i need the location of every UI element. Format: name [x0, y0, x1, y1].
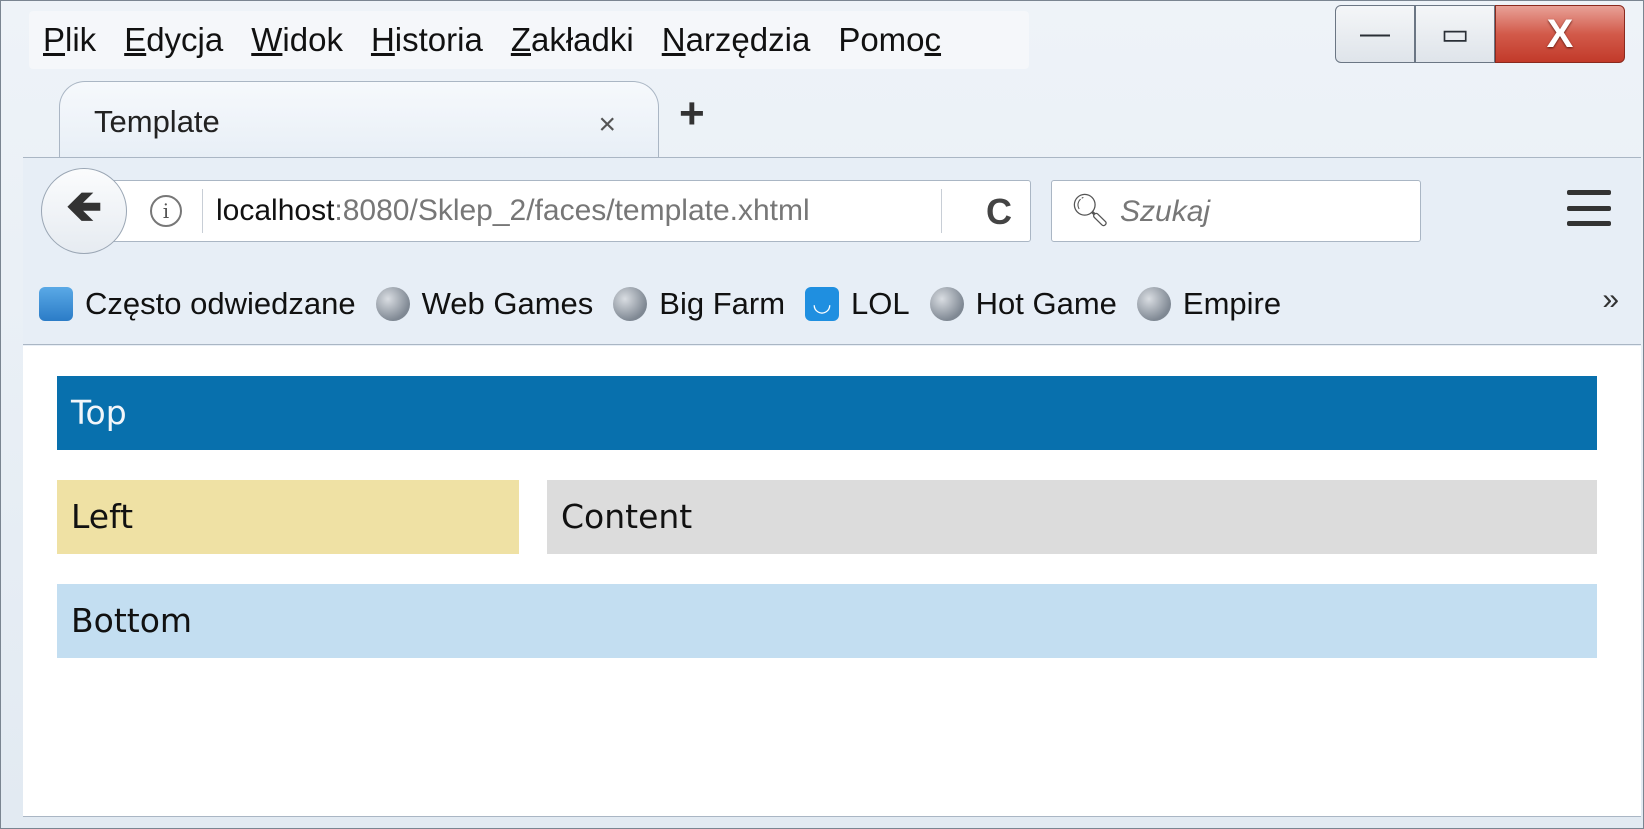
page-viewport: Top Left Content Bottom	[23, 346, 1641, 817]
back-button[interactable]: 🡸	[41, 168, 127, 254]
url-text[interactable]: localhost:8080/Sklep_2/faces/template.xh…	[216, 194, 810, 228]
bookmark-web-games[interactable]: Web Games	[375, 286, 593, 322]
globe-icon	[375, 286, 410, 321]
globe-icon	[1136, 286, 1171, 321]
menu-pomoc[interactable]: Pomoc	[824, 11, 955, 69]
bookmark-empire[interactable]: Empire	[1136, 286, 1281, 322]
minimize-button[interactable]: —	[1335, 5, 1415, 63]
tab-close-icon[interactable]: ×	[598, 108, 616, 142]
bookmarks-toolbar: Często odwiedzane Web Games Big Farm ◡ LO…	[23, 263, 1641, 345]
maximize-icon: ▭	[1440, 17, 1470, 51]
bookmarks-overflow-icon[interactable]: »	[1602, 283, 1619, 317]
bookmark-big-farm[interactable]: Big Farm	[613, 286, 785, 322]
new-tab-button[interactable]: +	[679, 89, 705, 139]
menu-edycja[interactable]: Edycja	[110, 11, 237, 69]
url-host: localhost	[216, 194, 335, 227]
reload-icon[interactable]: C	[986, 191, 1012, 233]
url-bar[interactable]: i localhost:8080/Sklep_2/faces/template.…	[111, 180, 1031, 242]
search-placeholder: Szukaj	[1120, 195, 1211, 228]
url-separator	[202, 189, 203, 233]
bottom-region: Bottom	[57, 584, 1597, 658]
window-controls: — ▭ X	[1335, 5, 1625, 63]
search-input[interactable]: 🔍︎ Szukaj	[1051, 180, 1421, 242]
bookmark-czesto-odwiedzane[interactable]: Często odwiedzane	[39, 286, 356, 322]
menu-bar: Plik Edycja Widok Historia Zakładki Narz…	[29, 11, 1029, 69]
tab-strip: Template × +	[1, 71, 1643, 161]
back-arrow-icon: 🡸	[66, 181, 102, 231]
content-region: Content	[547, 480, 1597, 554]
tab-template[interactable]: Template ×	[59, 81, 659, 161]
search-icon: 🔍︎	[1070, 192, 1111, 228]
menu-plik[interactable]: Plik	[29, 11, 110, 69]
menu-zakladki[interactable]: Zakładki	[497, 11, 648, 69]
hamburger-menu-icon[interactable]	[1567, 186, 1611, 230]
navigation-toolbar: 🡸 i localhost:8080/Sklep_2/faces/templat…	[23, 157, 1641, 263]
tab-title: Template	[94, 104, 220, 139]
bookmark-lol[interactable]: ◡ LOL	[805, 286, 910, 322]
left-region: Left	[57, 480, 519, 554]
lol-icon: ◡	[805, 286, 840, 321]
info-icon[interactable]: i	[150, 195, 182, 227]
globe-icon	[613, 286, 648, 321]
menu-widok[interactable]: Widok	[237, 11, 357, 69]
frequent-icon	[39, 286, 73, 321]
close-icon: X	[1546, 11, 1574, 56]
bookmark-hot-game[interactable]: Hot Game	[929, 286, 1117, 322]
url-separator-2	[941, 189, 942, 233]
globe-icon	[929, 286, 964, 321]
browser-window: Plik Edycja Widok Historia Zakładki Narz…	[0, 0, 1644, 829]
menu-historia[interactable]: Historia	[357, 11, 497, 69]
close-window-button[interactable]: X	[1495, 5, 1625, 63]
menu-narzedzia[interactable]: Narzędzia	[648, 11, 825, 69]
minimize-icon: —	[1360, 17, 1390, 50]
top-region: Top	[57, 376, 1597, 450]
maximize-button[interactable]: ▭	[1415, 5, 1495, 63]
url-path: :8080/Sklep_2/faces/template.xhtml	[334, 194, 810, 227]
